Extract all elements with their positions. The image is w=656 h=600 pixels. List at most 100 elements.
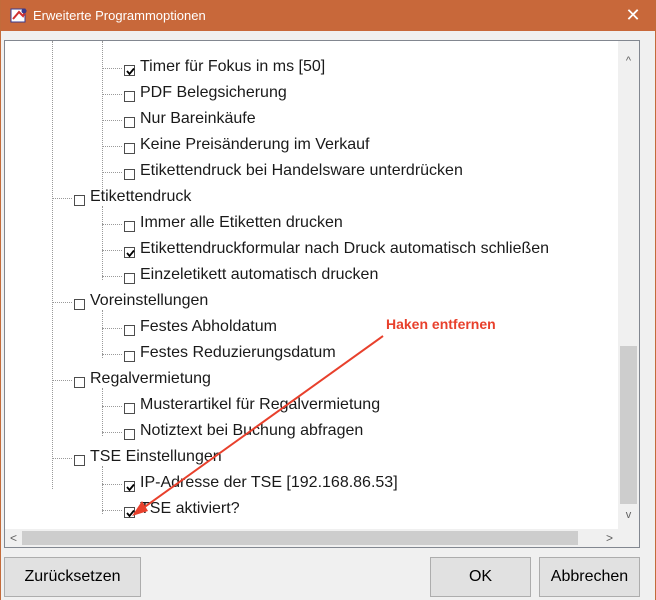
checkbox[interactable] [124,64,135,76]
tree-connector [102,328,122,329]
checkbox[interactable] [124,142,135,154]
tree-connector [102,120,122,121]
tree-item-label: IP-Adresse der TSE [192.168.86.53] [140,474,398,491]
scrollbar-corner [618,529,639,547]
options-tree-panel: Timer für Fokus in ms [50] PDF Belegsich… [4,40,640,548]
app-icon [10,8,27,23]
tree-item-label: Voreinstellungen [90,292,209,309]
checkbox[interactable] [74,298,85,310]
tree-item-label: Einzeletikett automatisch drucken [140,266,379,283]
tree-item-musterartikel[interactable]: Musterartikel für Regalvermietung [124,392,380,418]
checkbox[interactable] [74,194,85,206]
vertical-scrollbar[interactable]: ^ v [618,41,639,529]
tree-item-label: Regalvermietung [90,370,211,387]
tree-item-label: TSE aktiviert? [140,500,240,517]
options-tree[interactable]: Timer für Fokus in ms [50] PDF Belegsich… [5,41,618,529]
tree-item-label: Musterartikel für Regalvermietung [140,396,381,413]
checkbox[interactable] [74,454,85,466]
options-dialog: Erweiterte Programmoptionen ✕ Timer für … [0,0,656,600]
checkbox[interactable] [124,272,135,284]
scroll-down-icon[interactable]: v [618,507,639,524]
tree-item-label: Keine Preisänderung im Verkauf [140,136,370,153]
tree-item-label: Notiztext bei Buchung abfragen [140,422,364,439]
checkbox[interactable] [74,376,85,388]
title-bar[interactable]: Erweiterte Programmoptionen ✕ [1,0,655,31]
tree-connector [102,172,122,173]
tree-connector [102,510,122,511]
tree-connector [102,276,122,277]
tree-item-notiztext[interactable]: Notiztext bei Buchung abfragen [124,418,363,444]
tree-item-label: Festes Abholdatum [140,318,277,335]
checkbox[interactable] [124,90,135,102]
scroll-left-icon[interactable]: < [5,529,22,547]
tree-item-pdf-belegsicherung[interactable]: PDF Belegsicherung [124,80,287,106]
tree-item-label: Etikettendruckformular nach Druck automa… [140,240,550,257]
tree-item-keine-preisaenderung[interactable]: Keine Preisänderung im Verkauf [124,132,369,158]
tree-group-tse-einstellungen[interactable]: TSE Einstellungen [74,444,222,470]
tree-group-regalvermietung[interactable]: Regalvermietung [74,366,211,392]
close-icon[interactable]: ✕ [611,0,655,31]
tree-branch-line [102,206,103,280]
checkbox[interactable] [124,480,135,492]
reset-button[interactable]: Zurücksetzen [4,557,141,597]
tree-item-ip-adresse-tse[interactable]: IP-Adresse der TSE [192.168.86.53] [124,470,398,496]
tree-connector [52,458,72,459]
checkmark-icon [126,249,135,257]
tree-item-festes-abholdatum[interactable]: Festes Abholdatum [124,314,277,340]
tree-connector [102,354,122,355]
tree-item-nur-bareinkaeufe[interactable]: Nur Bareinkäufe [124,106,256,132]
tree-connector [102,484,122,485]
tree-branch-line [102,41,103,193]
checkbox[interactable] [124,402,135,414]
scroll-right-icon[interactable]: > [601,529,618,547]
tree-connector [102,224,122,225]
tree-connector [102,432,122,433]
tree-connector [102,146,122,147]
tree-group-voreinstellungen[interactable]: Voreinstellungen [74,288,208,314]
checkbox[interactable] [124,350,135,362]
ok-button[interactable]: OK [430,557,531,597]
tree-group-etikettendruck[interactable]: Etikettendruck [74,184,191,210]
vertical-scroll-thumb[interactable] [620,346,637,504]
tree-root-line [52,41,53,489]
tree-item-timer-fokus[interactable]: Timer für Fokus in ms [50] [124,54,325,80]
tree-item-label: PDF Belegsicherung [140,84,287,101]
tree-item-label: Festes Reduzierungsdatum [140,344,336,361]
tree-item-label: Timer für Fokus in ms [50] [140,58,326,75]
tree-item-einzeletikett[interactable]: Einzeletikett automatisch drucken [124,262,378,288]
window-title: Erweiterte Programmoptionen [33,8,206,23]
tree-item-label: TSE Einstellungen [90,448,222,465]
tree-item-festes-reduzierungsdatum[interactable]: Festes Reduzierungsdatum [124,340,336,366]
tree-branch-line [102,466,103,514]
tree-branch-line [102,310,103,358]
tree-item-label: Etikettendruck bei Handelsware unterdrüc… [140,162,463,179]
checkbox[interactable] [124,168,135,180]
tree-connector [52,302,72,303]
tree-item-immer-alle-etiketten[interactable]: Immer alle Etiketten drucken [124,210,343,236]
tree-item-tse-aktiviert[interactable]: TSE aktiviert? [124,496,240,522]
checkbox[interactable] [124,428,135,440]
annotation-label: Haken entfernen [386,316,496,332]
checkbox[interactable] [124,116,135,128]
tree-connector [102,250,122,251]
tree-item-label: Nur Bareinkäufe [140,110,256,127]
tree-item-etikettendruckformular[interactable]: Etikettendruckformular nach Druck automa… [124,236,549,262]
checkbox[interactable] [124,324,135,336]
horizontal-scroll-thumb[interactable] [22,531,578,545]
tree-item-label: Etikettendruck [90,188,192,205]
horizontal-scrollbar[interactable]: < > [5,529,618,547]
tree-connector [102,406,122,407]
tree-item-etikettendruck-handelsware[interactable]: Etikettendruck bei Handelsware unterdrüc… [124,158,463,184]
checkbox[interactable] [124,220,135,232]
cancel-button[interactable]: Abbrechen [539,557,640,597]
tree-connector [102,68,122,69]
tree-connector [102,94,122,95]
checkbox[interactable] [124,246,135,258]
tree-item-label: Immer alle Etiketten drucken [140,214,343,231]
tree-connector [52,380,72,381]
checkmark-icon [126,483,135,491]
tree-connector [52,198,72,199]
checkbox[interactable] [124,506,135,518]
scroll-up-icon[interactable]: ^ [618,53,639,70]
tree-branch-line [102,388,103,436]
